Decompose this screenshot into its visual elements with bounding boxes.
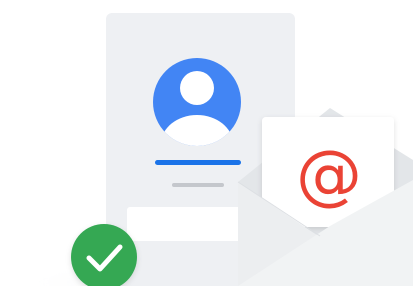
at-sign-icon: @ [296, 136, 362, 213]
profile-detail-line [172, 183, 224, 187]
envelope: @ [237, 108, 413, 286]
illustration-canvas: @ [0, 13, 413, 286]
account-verification-illustration: @ [0, 0, 413, 286]
profile-name-line [155, 160, 241, 165]
profile-input-field [127, 207, 257, 241]
